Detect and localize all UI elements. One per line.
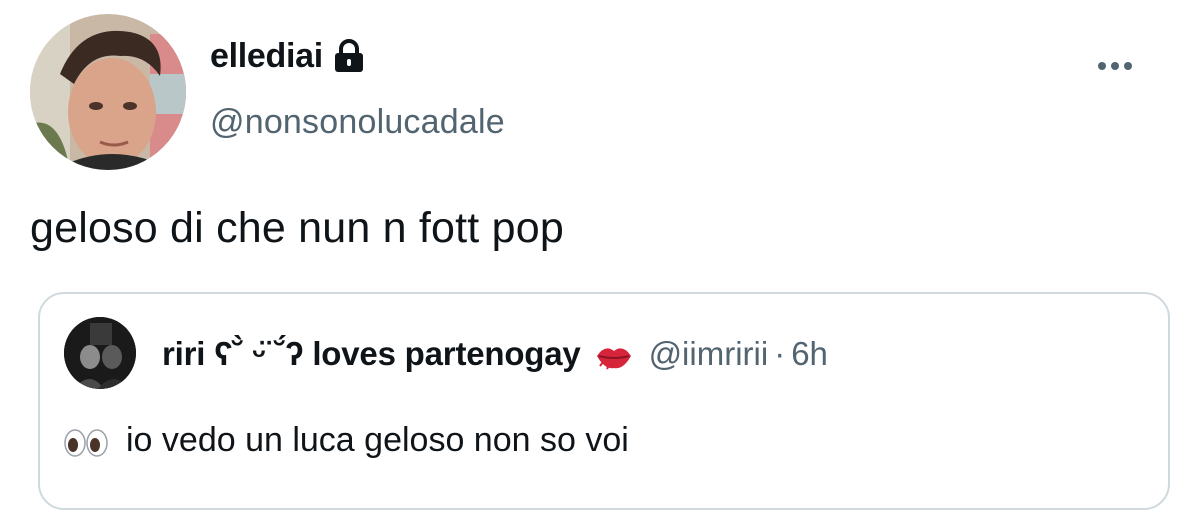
author-name-row: ellediai — [210, 34, 365, 78]
author-display-name[interactable]: ellediai — [210, 34, 323, 78]
kiss-mark-lips-icon — [595, 339, 633, 370]
quoted-handle[interactable]: @iimririi — [649, 332, 769, 376]
quoted-body: io vedo un luca geloso non so voi — [64, 418, 629, 462]
author-handle[interactable]: @nonsonolucadale — [210, 100, 505, 144]
quoted-avatar[interactable] — [64, 317, 136, 389]
more-dots-icon[interactable] — [1094, 54, 1138, 78]
lock-icon — [333, 38, 365, 74]
profile-avatar[interactable] — [30, 14, 186, 170]
quoted-text: io vedo un luca geloso non so voi — [126, 421, 629, 459]
eyes-icon — [64, 425, 108, 457]
quoted-tweet-card[interactable]: riri ʕ˘̀ ᵕ̈ ˘́ʔ loves partenogay @iimrir… — [38, 292, 1170, 510]
separator-dot: · — [774, 335, 786, 372]
quoted-display-name[interactable]: riri ʕ˘̀ ᵕ̈ ˘́ʔ loves partenogay — [162, 332, 581, 376]
quoted-timestamp[interactable]: 6h — [791, 332, 828, 376]
quoted-header: riri ʕ˘̀ ᵕ̈ ˘́ʔ loves partenogay @iimrir… — [162, 332, 828, 376]
tweet-text: geloso di che nun n fott pop — [30, 204, 564, 252]
